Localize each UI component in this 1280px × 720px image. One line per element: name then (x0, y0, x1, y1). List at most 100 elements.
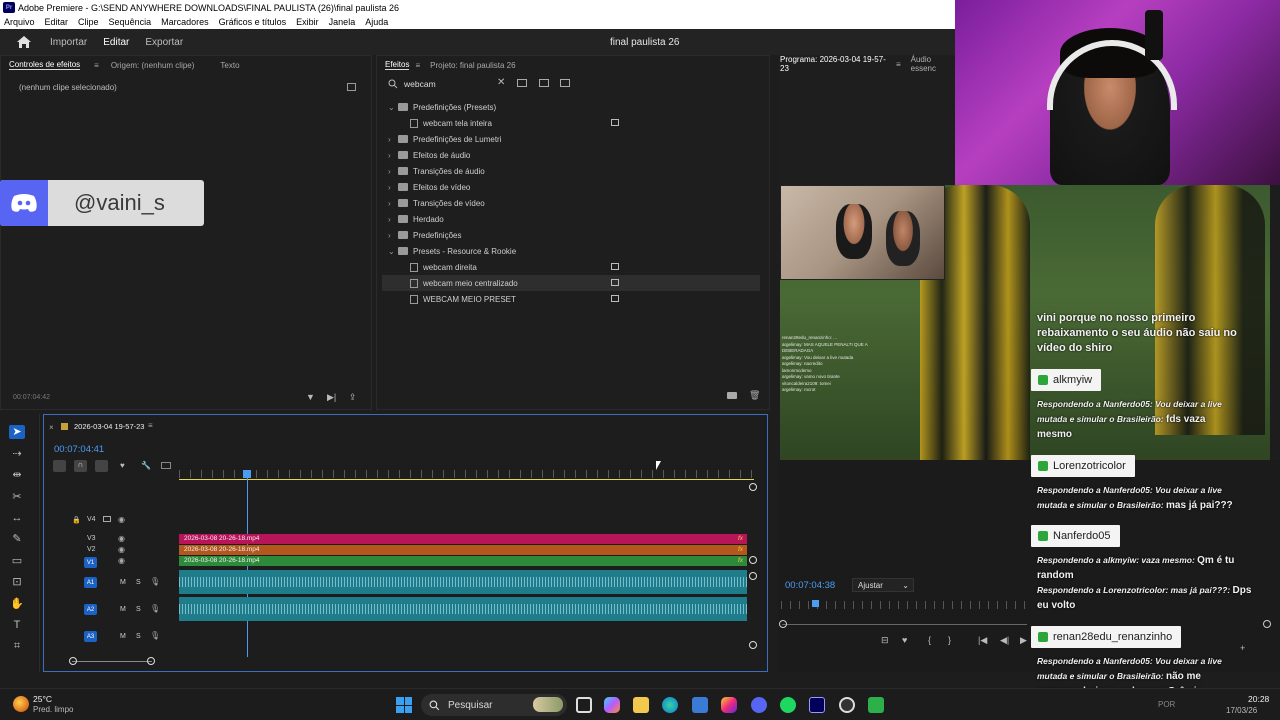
mic-icon[interactable]: 🎙 (150, 604, 160, 613)
tab-source[interactable]: Origem: (nenhum clipe) (111, 61, 195, 70)
track-select-tool-icon[interactable]: ⇢ (9, 447, 25, 461)
sequence-name[interactable]: 2026-03-04 19-57-23 (74, 422, 144, 431)
menu-graficos[interactable]: Gráficos e títulos (219, 17, 287, 27)
tab-essential-audio[interactable]: Áudio essenc (911, 55, 955, 73)
language-indicator[interactable]: POR (1158, 700, 1175, 709)
clock-time[interactable]: 20:28 (1248, 694, 1269, 704)
menu-ajuda[interactable]: Ajuda (365, 17, 388, 27)
accelerated-filter-icon[interactable] (517, 79, 527, 87)
tab-effects[interactable]: Efeitos (385, 60, 410, 70)
mark-out-icon[interactable]: } (948, 635, 951, 645)
effects-folder[interactable]: › Herdado (388, 211, 444, 227)
eye-icon[interactable]: ◉ (118, 545, 125, 554)
sequence-menu-icon[interactable]: ≡ (148, 421, 153, 430)
instagram-icon[interactable] (721, 697, 737, 713)
effects-folder[interactable]: › Efeitos de áudio (388, 147, 470, 163)
program-scrollbar[interactable] (782, 624, 1027, 625)
track-a2-badge[interactable]: A2 (84, 604, 97, 615)
scroll-handle-right[interactable] (1263, 620, 1271, 628)
play-icon[interactable]: ▶ (1020, 635, 1027, 646)
scroll-handle-left[interactable] (779, 620, 787, 628)
menu-janela[interactable]: Janela (329, 17, 356, 27)
app-green-icon[interactable] (868, 697, 884, 713)
filter-icon[interactable]: ▼ (306, 392, 315, 402)
mute-button[interactable]: M (120, 606, 126, 613)
tab-program[interactable]: Programa: 2026-03-04 19-57-23 (780, 55, 886, 74)
effects-folder[interactable]: › Predefinições (388, 227, 461, 243)
weather-icon[interactable] (13, 696, 29, 712)
add-marker-icon[interactable]: ♥ (120, 461, 125, 470)
mark-in-icon[interactable]: { (928, 635, 931, 645)
tab-exportar[interactable]: Exportar (145, 37, 183, 48)
tab-editar[interactable]: Editar (103, 37, 129, 48)
menu-sequencia[interactable]: Sequência (109, 17, 152, 27)
razor-tool-icon[interactable]: ✂ (9, 490, 25, 504)
chevron-down-icon[interactable]: ⌄ (388, 247, 398, 256)
fx-badge[interactable]: fx (738, 556, 743, 566)
panel-menu-icon[interactable]: ≡ (94, 61, 99, 70)
spotify-icon[interactable] (780, 697, 796, 713)
work-area-bar[interactable] (179, 479, 754, 480)
task-view-icon[interactable] (576, 697, 592, 713)
audio-clip-a2[interactable] (179, 597, 747, 621)
clock-date[interactable]: 17/03/26 (1226, 706, 1257, 715)
sync-lock-icon[interactable] (103, 516, 111, 522)
chevron-right-icon[interactable]: › (388, 135, 398, 144)
mic-icon[interactable]: 🎙 (150, 631, 160, 640)
effects-preset[interactable]: webcam tela inteira (410, 115, 492, 131)
obs-icon[interactable] (839, 697, 855, 713)
ripple-edit-tool-icon[interactable]: ⇹ (9, 468, 25, 482)
ai-tool-icon[interactable]: ⌗ (9, 639, 25, 653)
vertical-scroll-handle[interactable] (749, 641, 757, 649)
step-back-icon[interactable]: ◀| (1000, 635, 1009, 646)
chevron-right-icon[interactable]: › (388, 215, 398, 224)
snap-icon[interactable]: ∩ (74, 460, 87, 472)
video-clip-v1[interactable]: 2026-03-08 20-26-18.mp4 fx (179, 556, 747, 566)
zoom-handle-left[interactable] (69, 657, 77, 665)
taskbar-search[interactable]: Pesquisar (421, 694, 567, 716)
chevron-right-icon[interactable]: › (388, 167, 398, 176)
timeline-zoom-bar[interactable] (72, 661, 152, 662)
lift-icon[interactable]: ⊟ (881, 635, 889, 646)
lock-icon[interactable]: 🔒 (72, 516, 81, 524)
pen-tool-icon[interactable]: ✎ (9, 532, 25, 546)
effects-menu-icon[interactable]: ≡ (415, 61, 420, 70)
chevron-down-icon[interactable]: ⌄ (388, 103, 398, 112)
eye-icon[interactable]: ◉ (118, 556, 125, 565)
store-icon[interactable] (692, 697, 708, 713)
new-bin-icon[interactable] (727, 392, 737, 399)
video-clip-v2[interactable]: 2026-03-08 20-26-18.mp4 fx (179, 545, 747, 555)
effects-search-input[interactable]: webcam (404, 79, 436, 89)
eye-icon[interactable]: ◉ (118, 534, 125, 543)
menu-arquivo[interactable]: Arquivo (4, 17, 35, 27)
generate-tool-icon[interactable]: ⊡ (9, 575, 25, 589)
menu-editar[interactable]: Editar (45, 17, 69, 27)
effects-folder[interactable]: › Predefinições de Lumetri (388, 131, 502, 147)
menu-clipe[interactable]: Clipe (78, 17, 99, 27)
tab-importar[interactable]: Importar (50, 37, 87, 48)
settings-wrench-icon[interactable]: 🔧 (141, 461, 151, 470)
track-a3-badge[interactable]: A3 (84, 631, 97, 642)
discord-taskbar-icon[interactable] (751, 697, 767, 713)
vertical-scroll-handle[interactable] (749, 572, 757, 580)
insert-sequence-icon[interactable] (53, 460, 66, 472)
rectangle-tool-icon[interactable]: ▭ (9, 554, 25, 568)
mute-button[interactable]: M (120, 579, 126, 586)
tab-effect-controls[interactable]: Controles de efeitos (9, 60, 81, 70)
chevron-right-icon[interactable]: › (388, 183, 398, 192)
solo-button[interactable]: S (136, 579, 141, 586)
effects-folder[interactable]: ⌄ Presets - Resource & Rookie (388, 243, 516, 259)
menu-exibir[interactable]: Exibir (296, 17, 319, 27)
fit-select[interactable]: Ajustar ⌄ (852, 578, 914, 592)
solo-button[interactable]: S (136, 606, 141, 613)
captions-icon[interactable] (161, 462, 171, 469)
timeline-timecode[interactable]: 00:07:04:41 (54, 444, 104, 455)
vertical-scroll-handle[interactable] (749, 483, 757, 491)
edge-icon[interactable] (662, 697, 678, 713)
home-icon[interactable] (16, 35, 32, 49)
zoom-handle-right[interactable] (147, 657, 155, 665)
effects-search[interactable]: webcam (380, 76, 510, 91)
export-icon[interactable]: ⇪ (349, 392, 357, 403)
effects-folder[interactable]: › Transições de áudio (388, 163, 485, 179)
effects-folder[interactable]: › Efeitos de vídeo (388, 179, 470, 195)
